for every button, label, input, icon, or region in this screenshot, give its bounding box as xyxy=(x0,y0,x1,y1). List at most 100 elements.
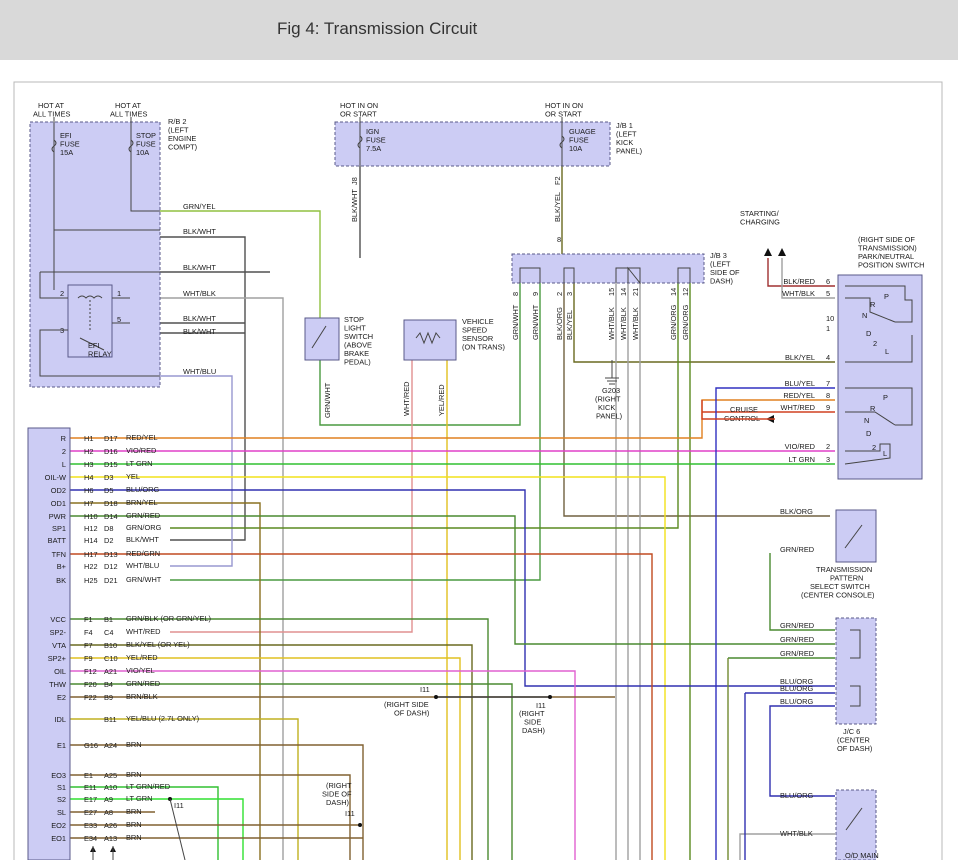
ecm-pin-d: D12 xyxy=(104,562,118,571)
pn-position-letter: R xyxy=(870,300,875,309)
ecm-pin-h: F9 xyxy=(84,654,93,663)
ecm-pin-d: D2 xyxy=(104,536,113,545)
right-wire-pin: 9 xyxy=(826,403,830,412)
ecm-pin-d: B10 xyxy=(104,641,117,650)
jc6-wire-label: BLU/ORG xyxy=(780,697,814,706)
ecm-pin-h: E33 xyxy=(84,821,97,830)
ecm-wire-color: GRN/WHT xyxy=(126,575,162,584)
ecm-terminal-name: BK xyxy=(56,576,66,585)
diagram-label: J/C 6 (CENTER OF DASH) xyxy=(837,727,872,753)
right-wire-pin: 1 xyxy=(826,324,830,333)
ecm-terminal-name: OIL xyxy=(54,667,66,676)
jb3-wire-color: GRN/WHT xyxy=(531,304,540,340)
ecm-wire-color: BRN xyxy=(126,833,142,842)
ecm-pin-d: A26 xyxy=(104,821,117,830)
wire-wht-blu xyxy=(160,375,233,567)
jb3-box xyxy=(511,253,705,284)
ecm-pin-d: C10 xyxy=(104,654,118,663)
ecm-wire-color: WHT/BLU xyxy=(126,561,159,570)
diagram-label: BLK/WHT xyxy=(350,189,359,222)
diagram-label: 2 xyxy=(60,289,64,298)
diagram-label: BLK/WHT xyxy=(183,327,216,336)
ecm-pin-h: E11 xyxy=(84,783,97,792)
ecm-pin-h: H10 xyxy=(84,512,98,521)
ecm-terminal-name: SL xyxy=(57,808,66,817)
ecm-terminal-name: IDL xyxy=(54,715,66,724)
ecm-terminal-name: SP1 xyxy=(52,524,66,533)
ecm-wire-color: BLK/YEL (OR YEL) xyxy=(126,640,190,649)
ecm-pin-h: E34 xyxy=(84,834,97,843)
diagram-label: GRN/WHT xyxy=(323,382,332,418)
jc6-wire-label: GRN/RED xyxy=(780,649,814,658)
ecm-pin-h: F7 xyxy=(84,641,93,650)
ecm-pin-d: D8 xyxy=(104,524,113,533)
ecm-pin-d: B11 xyxy=(104,715,117,724)
wire-yel-red-sp2 xyxy=(70,657,461,860)
ecm-pin-d: B1 xyxy=(104,615,113,624)
ecm-wire-color: YEL/RED xyxy=(126,653,158,662)
right-wire-label: BLU/YEL xyxy=(785,379,815,388)
jb3-pin: 15 xyxy=(607,288,616,296)
diagram-label: J/B 1 (LEFT KICK PANEL) xyxy=(616,121,642,156)
ecm-pin-d: A21 xyxy=(104,667,117,676)
ecm-wire-color: YEL/BLU (2.7L ONLY) xyxy=(126,714,199,723)
diagram-label: WHT/BLK xyxy=(780,829,813,838)
ecm-terminal-name: EO2 xyxy=(51,821,66,830)
right-wire-label: WHT/BLK xyxy=(782,289,815,298)
ecm-pin-d: C4 xyxy=(104,628,113,637)
ecm-wire-color: WHT/RED xyxy=(126,627,161,636)
ecm-pin-h: H22 xyxy=(84,562,98,571)
ecm-wire-color: BLU/ORG xyxy=(126,485,160,494)
jc6-box xyxy=(835,617,877,725)
ecm-pin-h: F4 xyxy=(84,628,93,637)
diagram-label: F2 xyxy=(553,176,562,185)
ecm-terminal-name: BATT xyxy=(48,536,67,545)
ecm-wire-color: LT GRN/RED xyxy=(126,782,170,791)
ecm-terminal-name: S2 xyxy=(57,795,66,804)
diagram-label: O/D MAIN xyxy=(845,851,879,860)
ecm-wire-color: GRN/BLK (OR GRN/YEL) xyxy=(126,614,211,623)
pn-position-letter: D xyxy=(866,329,871,338)
diagram-label: GRN/YEL xyxy=(183,202,215,211)
diagram-label: R/B 2 (LEFT ENGINE COMPT) xyxy=(168,117,197,152)
diagram-label: VEHICLE SPEED SENSOR (ON TRANS) xyxy=(462,317,505,352)
ecm-pin-d: D17 xyxy=(104,434,118,443)
right-wire-pin: 3 xyxy=(826,455,830,464)
right-wire-pin: 5 xyxy=(826,289,830,298)
diagram-label: (RIGHT SIDE OF DASH) xyxy=(384,700,429,718)
diagram-label: BLK/WHT xyxy=(183,263,216,272)
diagram-label: I11 xyxy=(345,809,355,818)
ecm-terminal-name: TFN xyxy=(52,550,66,559)
diagram-label: (RIGHT SIDE DASH) xyxy=(519,709,545,735)
ecm-pin-d: D13 xyxy=(104,550,118,559)
diagram-label: (RIGHT SIDE OF TRANSMISSION) PARK/NEUTRAL P… xyxy=(858,235,925,270)
ecm-terminal-name: OD2 xyxy=(51,486,66,495)
pattern-select-switch xyxy=(835,509,877,563)
ecm-wire-color: VIO/YEL xyxy=(126,666,155,675)
jb3-pin: 8 xyxy=(511,292,520,296)
ecm-pin-d: A25 xyxy=(104,771,117,780)
right-wire-label: RED/YEL xyxy=(783,391,815,400)
diagram-label: BLK/WHT xyxy=(183,314,216,323)
ecm-pin-h: F1 xyxy=(84,615,93,624)
ecm-pin-d: D3 xyxy=(104,473,113,482)
ecm-pin-d: D15 xyxy=(104,460,118,469)
diagram-label: BLK/ORG xyxy=(780,507,813,516)
diagram-label: I11 xyxy=(420,685,430,694)
diagram-label: STARTING/CHARGING xyxy=(740,209,780,227)
jc6-wire-label: GRN/RED xyxy=(780,621,814,630)
transmission-circuit-diagram: R/B 2 (LEFT ENGINE COMPT) HOT AT ALL TIMES H… xyxy=(13,81,943,860)
ecm-pin-d: B9 xyxy=(104,693,113,702)
ecm-pin-h: E1 xyxy=(84,771,93,780)
diagram-label: WHT/RED xyxy=(402,382,411,417)
jb3-wire-color: WHT/BLK xyxy=(607,307,616,340)
hot-label-1: HOT AT ALL TIMES xyxy=(33,101,70,119)
jb3-wire-labels: 8 GRN/WHT 9 GRN/WHT 2 BLK/ORG 3 BLK/YEL 15 WHT/BL… xyxy=(511,288,690,340)
ecm-pin-h: H2 xyxy=(84,447,93,456)
ecm-pin-d: A24 xyxy=(104,741,117,750)
jb3-wire-color: BLK/YEL xyxy=(565,310,574,340)
ecm-pin-d: D5 xyxy=(104,486,113,495)
ecm-pin-d: A9 xyxy=(104,795,113,804)
vehicle-speed-sensor xyxy=(403,319,457,361)
ecm-wire-color: LT GRN xyxy=(126,794,152,803)
